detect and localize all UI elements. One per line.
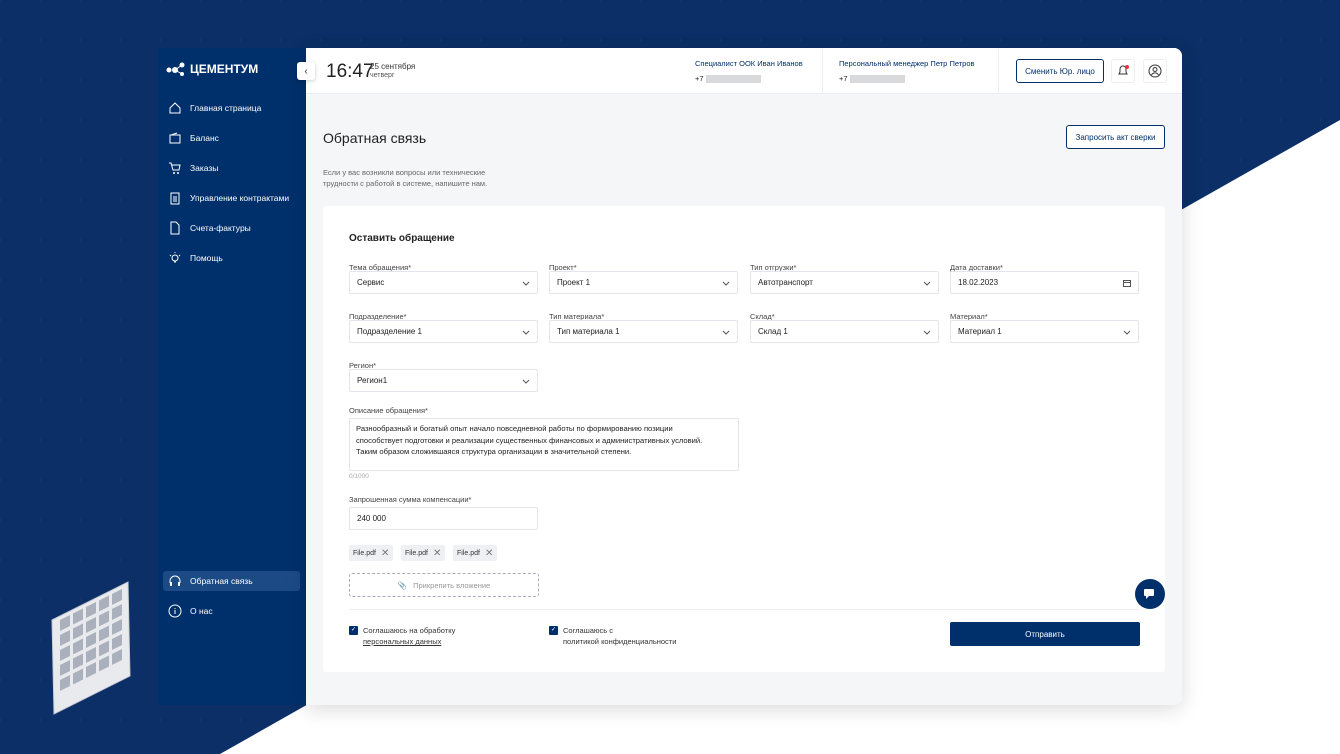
sidebar-item-2[interactable]: Заказы: [166, 158, 300, 178]
select-field[interactable]: Материал 1: [950, 320, 1139, 343]
sidebar-item-3[interactable]: Управление контрактами: [166, 188, 300, 208]
form-title: Оставить обращение: [349, 233, 455, 244]
manager-phone: +7: [839, 74, 905, 84]
sidebar-item-label: Баланс: [190, 133, 219, 143]
profile-button[interactable]: [1143, 59, 1167, 83]
select-field[interactable]: Регион1: [349, 369, 538, 392]
select-field[interactable]: Сервис: [349, 271, 538, 294]
date-picker[interactable]: 18.02.2023: [950, 271, 1139, 294]
sidebar-item-label: Счета-фактуры: [190, 223, 251, 233]
select-field[interactable]: Автотранспорт: [750, 271, 939, 294]
amount-label: Запрошенная сумма компенсации*: [349, 495, 472, 504]
sidebar-item-5[interactable]: Помощь: [166, 248, 300, 268]
chevron-down-icon: [522, 330, 530, 335]
privacy-policy-link[interactable]: политикой конфиденциальности: [563, 637, 676, 646]
switch-entity-button[interactable]: Сменить Юр. лицо: [1016, 59, 1104, 83]
logo: ЦЕМЕНТУМ: [166, 62, 258, 76]
cart-icon: [169, 162, 181, 174]
sidebar-item-bottom-1[interactable]: О нас: [166, 601, 300, 621]
chevron-down-icon: [722, 330, 730, 335]
consent-personal-data-checkbox[interactable]: ✓: [349, 626, 358, 635]
document-icon: [170, 221, 180, 235]
file-chip: File.pdf ✕: [349, 545, 394, 561]
file-chip: File.pdf ✕: [453, 545, 498, 561]
close-icon[interactable]: ✕: [433, 548, 441, 559]
submit-button[interactable]: Отправить: [950, 622, 1140, 646]
chevron-down-icon: [923, 330, 931, 335]
consent-text: Соглашаюсь на обработку: [363, 626, 456, 635]
collapse-sidebar-button[interactable]: ‹: [297, 62, 315, 80]
date: 25 сентября: [370, 62, 416, 71]
page-title: Обратная связь: [323, 130, 427, 146]
user-icon: [1148, 64, 1162, 78]
sidebar-item-4[interactable]: Счета-фактуры: [166, 218, 300, 238]
building-illustration: [51, 581, 131, 715]
consent-text: Соглашаюсь с: [563, 626, 614, 635]
select-field[interactable]: Тип материала 1: [549, 320, 738, 343]
brand-name: ЦЕМЕНТУМ: [190, 62, 259, 76]
info-icon: [168, 604, 182, 618]
char-counter: 0/1000: [349, 473, 369, 480]
consent-privacy-checkbox[interactable]: ✓: [549, 626, 558, 635]
select-field[interactable]: Склад 1: [750, 320, 939, 343]
lightbulb-icon: [169, 252, 181, 263]
sidebar-item-bottom-0[interactable]: Обратная связь: [163, 571, 300, 591]
specialist-contact[interactable]: Специалист ООК Иван Иванов: [695, 59, 803, 68]
specialist-phone: +7: [695, 74, 761, 84]
file-chip: File.pdf ✕: [401, 545, 446, 561]
sidebar-item-label: Обратная связь: [190, 576, 253, 586]
intro-text: Если у вас возникли вопросы или техничес…: [323, 168, 486, 177]
select-field[interactable]: Проект 1: [549, 271, 738, 294]
chevron-down-icon: [1123, 330, 1131, 335]
chat-button[interactable]: [1135, 579, 1165, 609]
intro-text: трудности с работой в системе, напишите …: [323, 179, 488, 188]
weekday: четверг: [370, 72, 395, 79]
chevron-down-icon: [923, 281, 931, 286]
paperclip-icon: 📎: [397, 580, 408, 590]
amount-input[interactable]: 240 000: [349, 507, 538, 530]
sidebar-item-label: Помощь: [190, 253, 223, 263]
chevron-down-icon: [522, 281, 530, 286]
sidebar-item-label: Управление контрактами: [190, 193, 290, 203]
close-icon[interactable]: ✕: [485, 548, 493, 559]
chat-icon: [1144, 589, 1154, 599]
description-label: Описание обращения*: [349, 406, 428, 415]
headset-icon: [169, 575, 181, 586]
chevron-left-icon: ‹: [304, 65, 308, 77]
logo-icon: [166, 62, 185, 76]
manager-contact[interactable]: Персональный менеджер Петр Петров: [839, 59, 975, 68]
wallet-icon: [169, 132, 181, 144]
clipboard-icon: [170, 192, 180, 205]
chevron-down-icon: [722, 281, 730, 286]
sidebar-item-label: О нас: [190, 606, 213, 616]
sidebar-item-label: Главная страница: [190, 103, 262, 113]
clock-time: 16:47: [326, 61, 374, 82]
attach-file-button[interactable]: 📎 Прикрепить вложение: [349, 573, 539, 597]
notifications-button[interactable]: [1111, 59, 1135, 83]
close-icon[interactable]: ✕: [381, 548, 389, 559]
calendar-icon: [1123, 279, 1131, 287]
sidebar-item-1[interactable]: Баланс: [166, 128, 300, 148]
personal-data-link[interactable]: персональных данных: [363, 637, 441, 646]
bell-icon: [1118, 65, 1129, 75]
phone-redacted: [705, 75, 761, 84]
description-textarea[interactable]: Разнообразный и богатый опыт начало повс…: [349, 418, 739, 471]
sidebar-item-label: Заказы: [190, 163, 219, 173]
chevron-down-icon: [522, 379, 530, 384]
select-field[interactable]: Подразделение 1: [349, 320, 538, 343]
sidebar-item-0[interactable]: Главная страница: [166, 98, 300, 118]
request-act-button[interactable]: Запросить акт сверки: [1066, 125, 1165, 149]
phone-redacted: [849, 75, 905, 84]
home-icon: [169, 102, 181, 114]
